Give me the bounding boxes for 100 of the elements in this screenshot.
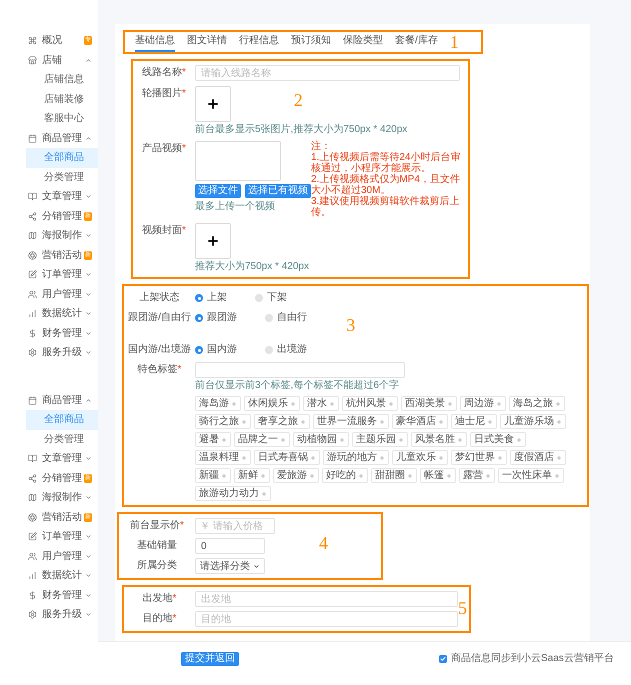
annotation-number: 3 [346, 316, 356, 334]
sidebar-item[interactable]: 数据统计 [0, 566, 98, 586]
sidebar-item[interactable]: 服务升级 [0, 343, 98, 362]
radio-option[interactable]: 自由行 [265, 310, 307, 326]
tab[interactable]: 预订须知 [291, 32, 331, 52]
sync-checkbox[interactable] [439, 654, 447, 662]
sidebar-item[interactable]: 文章管理 [0, 449, 98, 468]
annotation-number: 2 [294, 91, 303, 109]
tag-chip[interactable]: 风景名胜 [411, 432, 467, 447]
bar-chart-icon [28, 309, 37, 318]
tag-chip[interactable]: 露营 [459, 468, 495, 483]
plus-icon [447, 400, 453, 406]
tag-chip[interactable]: 杭州风景 [342, 396, 398, 411]
tag-chip[interactable]: 豪华酒店 [392, 414, 448, 429]
edit-icon [28, 532, 37, 542]
calendar-icon [28, 134, 37, 143]
sidebar-subitem[interactable]: 店铺装修 [26, 90, 98, 109]
sidebar-item[interactable]: 商品管理 [0, 390, 98, 410]
radio-option[interactable]: 跟团游 [195, 310, 237, 326]
plus-icon [438, 418, 444, 424]
sidebar-subitem[interactable]: 分类管理 [26, 168, 98, 187]
tag-chip[interactable]: 主题乐园 [352, 432, 408, 447]
sidebar-item[interactable]: 数据统计 [0, 304, 98, 324]
route-name-field[interactable]: 请输入线路名称 [195, 65, 460, 81]
sidebar-item[interactable]: 海报制作 [0, 226, 98, 246]
sidebar-item[interactable]: 订单管理 [0, 265, 98, 284]
tag-chip[interactable]: 动植物园 [293, 432, 349, 447]
sales-field[interactable]: 0 [195, 538, 265, 554]
radio-option[interactable]: 出境游 [265, 342, 307, 358]
sidebar-item[interactable]: 服务升级 [0, 605, 98, 624]
sidebar-subitem[interactable]: 客服中心 [26, 109, 98, 128]
map-icon [28, 231, 37, 240]
tag-chip[interactable]: 潜水 [303, 396, 339, 411]
destination-field[interactable]: 目的地 [195, 611, 458, 627]
tag-chip[interactable]: 避暑 [195, 432, 231, 447]
sidebar-item[interactable]: 财务管理 [0, 586, 98, 605]
chevron-down-icon [85, 552, 92, 560]
tag-chip[interactable]: 海岛游 [195, 396, 241, 411]
sidebar-item[interactable]: 文章管理 [0, 187, 98, 206]
note-text: 3.建议使用视频剪辑软件裁剪后上传。 [311, 196, 460, 218]
tag-chip[interactable]: 世界一流服务 [313, 414, 389, 429]
tag-chip[interactable]: 旅游动力动力 [195, 486, 271, 501]
tags-field[interactable] [195, 362, 405, 378]
sidebar-item[interactable]: 用户管理 [0, 546, 98, 566]
tag-chip[interactable]: 一次性床单 [498, 468, 564, 483]
sidebar-item[interactable]: 订单管理 [0, 527, 98, 546]
tag-chip[interactable]: 度假酒店 [510, 450, 566, 465]
tag-chip[interactable]: 品牌之一 [234, 432, 290, 447]
radio-option[interactable]: 国内游 [195, 342, 237, 358]
tag-chip[interactable]: 周边游 [460, 396, 506, 411]
upload-box[interactable] [195, 223, 231, 259]
sidebar-item[interactable]: 海报制作 [0, 488, 98, 508]
tag-chip[interactable]: 骑行之旅 [195, 414, 251, 429]
share-icon [28, 212, 37, 221]
category-select[interactable]: 请选择分类 [195, 558, 265, 574]
tag-chip[interactable]: 新疆 [195, 468, 231, 483]
book-icon [28, 192, 37, 202]
sidebar-item[interactable]: 用户管理 [0, 284, 98, 304]
command-icon [28, 36, 37, 46]
chevron-down-icon [85, 494, 92, 502]
tag-chip[interactable]: 梦幻世界 [451, 450, 507, 465]
tab[interactable]: 基础信息 [135, 32, 175, 52]
tag-chip[interactable]: 迪士尼 [451, 414, 497, 429]
tag-chip[interactable]: 新鲜 [234, 468, 270, 483]
radio-option[interactable]: 下架 [255, 290, 287, 306]
note-text: 2.上传视频格式仅为MP4，且文件大小不超过30M。 [311, 174, 461, 196]
tag-chip[interactable]: 游玩的地方 [323, 450, 389, 465]
tag-chip[interactable]: 甜甜圈 [371, 468, 417, 483]
annotation-number: 1 [450, 33, 459, 51]
tag-chip[interactable]: 儿童欢乐 [392, 450, 448, 465]
plus-icon [309, 472, 315, 478]
sidebar-subitem[interactable]: 店铺信息 [26, 70, 98, 90]
sidebar-item[interactable]: 商品管理 [0, 128, 98, 148]
tag-chip[interactable]: 爱旅游 [273, 468, 319, 483]
plus-icon [241, 454, 247, 460]
radio-option[interactable]: 上架 [195, 290, 227, 306]
tag-chip[interactable]: 日式美食 [470, 432, 526, 447]
departure-field[interactable]: 出发地 [195, 591, 458, 607]
tab[interactable]: 图文详情 [187, 32, 227, 52]
tag-chip[interactable]: 儿童游乐场 [500, 414, 566, 429]
aperture-icon [28, 250, 37, 260]
field-label: 前台显示价* [129, 518, 185, 533]
tag-chip[interactable]: 西湖美景 [401, 396, 457, 411]
chevron-down-icon [85, 330, 92, 337]
tag-chip[interactable]: 日式寿喜锅 [254, 450, 320, 465]
tag-chip[interactable]: 温泉料理 [195, 450, 251, 465]
tag-chip[interactable]: 休闲娱乐 [244, 396, 300, 411]
annotation-number: 4 [319, 534, 328, 552]
tag-chip[interactable]: 奢享之旅 [254, 414, 310, 429]
tab[interactable]: 保险类型 [343, 32, 383, 52]
tag-chip[interactable]: 海岛之旅 [509, 396, 565, 411]
upload-box[interactable] [195, 86, 231, 122]
tag-chip[interactable]: 好吃的 [322, 468, 368, 483]
sidebar-item[interactable]: 店铺 [0, 50, 98, 70]
tab[interactable]: 行程信息 [239, 32, 279, 52]
sidebar-subitem[interactable]: 分类管理 [26, 430, 98, 449]
plus-icon [487, 418, 493, 424]
tag-chip[interactable]: 帐篷 [420, 468, 456, 483]
sidebar-item[interactable]: 财务管理 [0, 324, 98, 343]
tab[interactable]: 套餐/库存 [395, 32, 438, 52]
